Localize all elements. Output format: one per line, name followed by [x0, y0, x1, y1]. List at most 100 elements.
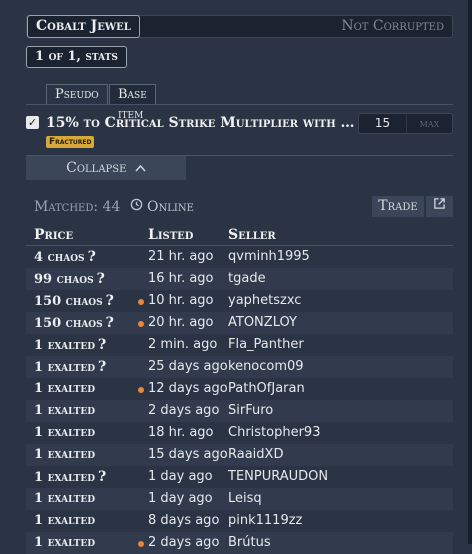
- table-row[interactable]: 1 exalted 2 days ago SirFuro: [26, 400, 453, 422]
- question-mark-icon[interactable]: ?: [98, 359, 106, 375]
- stat-filter-text[interactable]: 15% to Critical Strike Multiplier with C…: [46, 113, 356, 134]
- external-link-button[interactable]: [426, 196, 453, 217]
- tab-base-item[interactable]: Base item: [109, 84, 156, 122]
- collapse-button[interactable]: Collapse: [26, 156, 186, 180]
- matched-count: Matched: 44: [34, 199, 121, 215]
- external-link-icon: [433, 198, 446, 214]
- question-mark-icon[interactable]: ?: [106, 293, 114, 309]
- table-row[interactable]: 1 exalted 8 days ago pink1119zz: [26, 510, 453, 532]
- status-dot-icon: [138, 321, 144, 327]
- listed-cell: 1 day ago: [148, 491, 213, 506]
- status-dot-icon: [138, 299, 144, 305]
- listed-cell: 2 days ago: [148, 535, 220, 550]
- price-value: 1 exalted: [34, 425, 96, 440]
- price-value: 150 chaos: [34, 294, 103, 309]
- stats-toggle-button[interactable]: 1 of 1, stats: [26, 46, 127, 68]
- listed-cell: 10 hr. ago: [148, 293, 214, 308]
- listed-cell: 15 days ago: [148, 447, 228, 462]
- price-value: 1 exalted: [34, 381, 96, 396]
- table-row[interactable]: 4 chaos? 21 hr. ago qvminh1995: [26, 246, 453, 268]
- seller-cell[interactable]: yaphetszxc: [228, 290, 301, 312]
- table-row[interactable]: 1 exalted? 25 days ago kenocom09: [26, 356, 453, 378]
- table-row[interactable]: 150 chaos? 10 hr. ago yaphetszxc: [26, 290, 453, 312]
- table-row[interactable]: 1 exalted 12 days ago PathOfJaran: [26, 378, 453, 400]
- price-value: 1 exalted: [34, 403, 96, 418]
- listed-cell: 2 min. ago: [148, 337, 218, 352]
- price-cell: 1 exalted: [34, 510, 95, 532]
- price-value: 1 exalted: [34, 447, 96, 462]
- fractured-badge: Fractured: [46, 136, 95, 148]
- price-cell: 150 chaos?: [34, 290, 114, 313]
- price-cell: 1 exalted: [34, 378, 95, 400]
- price-check-panel: Cobalt Jewel Not Corrupted 1 of 1, stats…: [0, 0, 468, 554]
- status-dot-icon: [138, 387, 144, 393]
- item-name[interactable]: Cobalt Jewel: [27, 15, 140, 38]
- table-row[interactable]: 1 exalted 15 days ago RaaidXD: [26, 444, 453, 466]
- table-row[interactable]: 1 exalted 2 days ago Brútus: [26, 532, 453, 554]
- results-table-body: 4 chaos? 21 hr. ago qvminh1995 99 chaos? 16 …: [26, 246, 453, 554]
- seller-cell[interactable]: pink1119zz: [228, 510, 302, 532]
- table-row[interactable]: 150 chaos? 20 hr. ago ATONZLOY: [26, 312, 453, 334]
- seller-cell[interactable]: Christopher93: [228, 422, 320, 444]
- seller-cell[interactable]: Fla_Panther: [228, 334, 304, 356]
- price-value: 99 chaos: [34, 272, 94, 287]
- price-cell: 99 chaos?: [34, 268, 105, 291]
- table-row[interactable]: 1 exalted? 1 day ago TENPURAUDON: [26, 466, 453, 488]
- status-dot-icon: [138, 541, 144, 547]
- table-row[interactable]: 1 exalted 18 hr. ago Christopher93: [26, 422, 453, 444]
- chevron-up-icon: [135, 156, 146, 180]
- seller-cell[interactable]: tgade: [228, 268, 266, 290]
- listed-cell: 2 days ago: [148, 403, 220, 418]
- corruption-status[interactable]: Not Corrupted: [341, 16, 444, 37]
- question-mark-icon[interactable]: ?: [88, 249, 96, 265]
- listed-cell: 16 hr. ago: [148, 271, 214, 286]
- price-value: 1 exalted: [34, 360, 96, 375]
- price-cell: 1 exalted: [34, 444, 95, 466]
- seller-cell[interactable]: TENPURAUDON: [228, 466, 328, 488]
- trade-button[interactable]: Trade: [372, 196, 424, 217]
- price-value: 1 exalted: [34, 535, 96, 550]
- price-cell: 1 exalted?: [34, 334, 106, 357]
- tab-pseudo[interactable]: Pseudo: [46, 84, 108, 105]
- listed-cell: 18 hr. ago: [148, 425, 214, 440]
- listed-cell: 8 days ago: [148, 513, 220, 528]
- seller-cell[interactable]: PathOfJaran: [228, 378, 305, 400]
- listed-cell: 25 days ago: [148, 359, 228, 374]
- price-value: 1 exalted: [34, 491, 96, 506]
- stat-max-input[interactable]: max: [406, 113, 453, 134]
- question-mark-icon[interactable]: ?: [98, 469, 106, 485]
- stat-value-input[interactable]: 15: [358, 113, 406, 134]
- price-value: 1 exalted: [34, 338, 96, 353]
- price-cell: 150 chaos?: [34, 312, 114, 335]
- listed-column-header: Listed: [148, 227, 194, 243]
- seller-cell[interactable]: ATONZLOY: [228, 312, 297, 334]
- seller-cell[interactable]: RaaidXD: [228, 444, 283, 466]
- price-value: 1 exalted: [34, 513, 96, 528]
- stat-filter-checkbox[interactable]: ✓: [26, 116, 39, 129]
- price-cell: 1 exalted: [34, 488, 95, 510]
- price-cell: 1 exalted?: [34, 356, 106, 379]
- history-icon: [130, 198, 144, 217]
- seller-cell[interactable]: qvminh1995: [228, 246, 310, 268]
- question-mark-icon[interactable]: ?: [98, 337, 106, 353]
- item-header: Cobalt Jewel Not Corrupted: [26, 15, 453, 38]
- seller-cell[interactable]: Brútus: [228, 532, 271, 554]
- listed-cell: 21 hr. ago: [148, 249, 214, 264]
- table-row[interactable]: 99 chaos? 16 hr. ago tgade: [26, 268, 453, 290]
- price-column-header: Price: [34, 227, 74, 243]
- price-cell: 4 chaos?: [34, 246, 96, 269]
- table-row[interactable]: 1 exalted? 2 min. ago Fla_Panther: [26, 334, 453, 356]
- online-filter[interactable]: Online: [130, 198, 194, 217]
- price-value: 4 chaos: [34, 250, 85, 265]
- price-cell: 1 exalted?: [34, 466, 106, 489]
- seller-cell[interactable]: SirFuro: [228, 400, 273, 422]
- background-edge: [468, 0, 472, 544]
- collapse-label: Collapse: [66, 160, 127, 176]
- seller-cell[interactable]: kenocom09: [228, 356, 304, 378]
- seller-cell[interactable]: Leisq: [228, 488, 262, 510]
- price-cell: 1 exalted: [34, 400, 95, 422]
- price-value: 1 exalted: [34, 470, 96, 485]
- table-row[interactable]: 1 exalted 1 day ago Leisq: [26, 488, 453, 510]
- question-mark-icon[interactable]: ?: [106, 315, 114, 331]
- question-mark-icon[interactable]: ?: [97, 271, 105, 287]
